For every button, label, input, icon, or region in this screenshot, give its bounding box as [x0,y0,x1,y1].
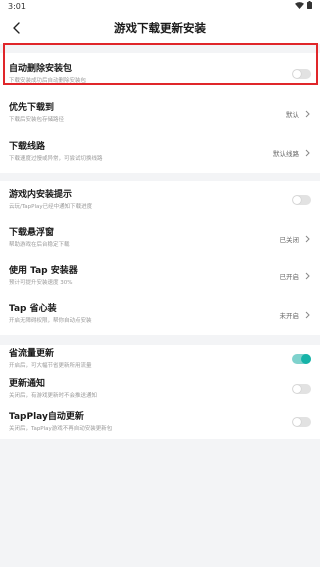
setting-download-location[interactable]: 优先下载到 下载后安装包存储路径 默认 [0,95,320,132]
setting-value: 未开启 [279,311,300,320]
chevron-right-icon [303,311,311,319]
setting-subtitle: 关闭后，TapPlay游戏不再自动安装更新包 [9,425,113,432]
setting-subtitle: 预计可提升安装速度 30% [9,279,73,286]
setting-tap-easy-install[interactable]: Tap 省心装 开启无障碍权限，帮你自动点安装 未开启 [0,294,320,335]
setting-subtitle: 开启无障碍权限，帮你自动点安装 [9,318,92,324]
setting-value: 默认线路 [273,149,299,158]
chevron-right-icon [303,235,311,243]
setting-title: 更新通知 [9,378,46,389]
settings-group-download: 自动删除安装包 下载安装成功后自动删除安装包 优先下载到 下载后安装包存储路径 … [0,53,320,173]
setting-title: 下载悬浮窗 [9,228,55,238]
setting-value: 已开启 [279,273,300,281]
chevron-left-icon [12,19,22,38]
setting-subtitle: 下载安装成功后自动删除安装包 [9,77,87,84]
header: 游戏下载更新安装 [0,12,320,44]
setting-tap-installer[interactable]: 使用 Tap 安装器 预计可提升安装速度 30% 已开启 [0,258,320,294]
setting-auto-delete-package: 自动删除安装包 下载安装成功后自动删除安装包 [0,53,320,95]
setting-subtitle: 帮助游戏在后台稳定下载 [9,242,70,248]
setting-title: 下载线路 [9,142,46,152]
page-title: 游戏下载更新安装 [114,21,206,35]
update-notification-toggle[interactable] [292,384,311,394]
chevron-right-icon [303,272,311,280]
setting-subtitle: 关闭后，有游戏更新时不会推送通知 [9,392,98,399]
settings-group-update: 省流量更新 开启后，可大幅节省更新所用流量 更新通知 关闭后，有游戏更新时不会推… [0,345,320,439]
toggle-knob [301,354,311,364]
chevron-right-icon [303,149,311,157]
setting-subtitle: 云玩/TapPlay已经中通知下载进度 [9,203,93,210]
battery-icon [307,1,312,11]
setting-value: 默认 [286,110,299,119]
setting-title: 自动删除安装包 [9,63,73,74]
setting-download-route[interactable]: 下载线路 下载速度过慢或异常，可尝试切换线路 默认线路 [0,132,320,173]
toggle-knob [293,196,301,204]
chevron-right-icon [303,110,311,118]
setting-tapplay-auto-update: TapPlay自动更新 关闭后，TapPlay游戏不再自动安装更新包 [0,405,320,439]
setting-title: Tap 省心装 [9,304,57,314]
setting-data-saving-update: 省流量更新 开启后，可大幅节省更新所用流量 [0,345,320,373]
auto-delete-toggle[interactable] [292,69,311,79]
toggle-knob [293,385,301,393]
install-tip-toggle[interactable] [292,195,311,205]
setting-title: 优先下载到 [9,103,55,113]
toggle-knob [293,418,301,426]
settings-group-install: 游戏内安装提示 云玩/TapPlay已经中通知下载进度 下载悬浮窗 帮助游戏在后… [0,181,320,335]
setting-download-float-window[interactable]: 下载悬浮窗 帮助游戏在后台稳定下载 已关闭 [0,219,320,258]
setting-subtitle: 开启后，可大幅节省更新所用流量 [9,362,92,369]
wifi-icon [295,1,304,11]
toggle-knob [293,70,301,78]
setting-update-notification: 更新通知 关闭后，有游戏更新时不会推送通知 [0,373,320,405]
setting-title: 省流量更新 [9,348,55,359]
setting-in-game-install-tip: 游戏内安装提示 云玩/TapPlay已经中通知下载进度 [0,181,320,219]
setting-title: TapPlay自动更新 [9,411,84,422]
status-time: 3:01 [8,1,26,11]
setting-value: 已关闭 [279,235,300,244]
setting-subtitle: 下载后安装包存储路径 [9,117,65,123]
data-saving-toggle[interactable] [292,354,311,364]
status-bar: 3:01 [0,0,320,12]
setting-subtitle: 下载速度过慢或异常，可尝试切换线路 [9,156,103,162]
back-button[interactable] [6,17,28,39]
tapplay-auto-update-toggle[interactable] [292,417,311,427]
setting-title: 游戏内安装提示 [9,189,73,200]
setting-title: 使用 Tap 安装器 [9,265,78,276]
